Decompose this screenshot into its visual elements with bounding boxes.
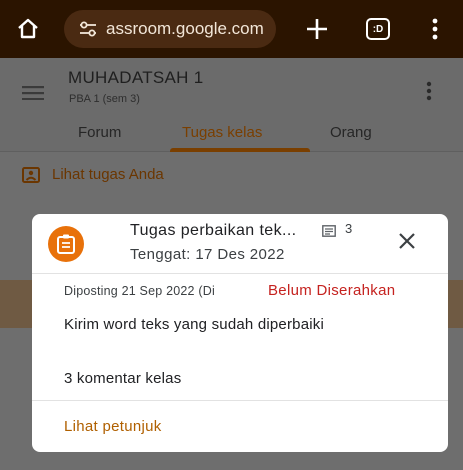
comment-icon	[322, 225, 336, 237]
assignment-list-icon	[22, 166, 40, 183]
tab-tugas-kelas[interactable]: Tugas kelas	[182, 124, 262, 141]
active-tab-indicator	[170, 148, 310, 152]
tab-switcher-icon[interactable]: :D	[366, 18, 390, 40]
address-bar[interactable]: assroom.google.com	[64, 10, 276, 48]
assignment-dialog: Tugas perbaikan tek... 3 Tenggat: 17 Des…	[32, 214, 448, 452]
assignment-title: Tugas perbaikan tek...	[130, 222, 297, 239]
class-comments-link[interactable]: 3 komentar kelas	[64, 370, 181, 387]
status-badge: Belum Diserahkan	[268, 282, 396, 299]
course-title: MUHADATSAH 1	[68, 68, 204, 87]
view-instructions-button[interactable]: Lihat petunjuk	[64, 418, 162, 435]
comment-count: 3	[345, 221, 353, 236]
course-more-icon[interactable]	[426, 80, 432, 102]
browser-toolbar: assroom.google.com :D	[0, 0, 463, 58]
due-date: Tenggat: 17 Des 2022	[130, 246, 285, 263]
posted-date: Diposting 21 Sep 2022 (Di	[64, 284, 215, 298]
assignment-icon	[48, 226, 84, 262]
course-subtitle: PBA 1 (sem 3)	[69, 93, 140, 105]
more-vert-icon[interactable]	[432, 18, 438, 40]
site-settings-icon[interactable]	[78, 20, 98, 38]
tab-orang[interactable]: Orang	[330, 124, 372, 141]
close-icon[interactable]	[396, 230, 418, 252]
url-text: assroom.google.com	[106, 19, 264, 38]
tab-forum[interactable]: Forum	[78, 124, 121, 141]
tab-switcher-label: :D	[372, 23, 384, 35]
hamburger-icon[interactable]	[22, 86, 44, 100]
dialog-divider	[32, 400, 448, 401]
home-icon[interactable]	[16, 17, 40, 41]
view-your-work-link[interactable]: Lihat tugas Anda	[22, 166, 164, 183]
dialog-header: Tugas perbaikan tek... 3 Tenggat: 17 Des…	[32, 214, 448, 274]
course-tabs: Forum Tugas kelas Orang	[0, 120, 463, 152]
new-tab-icon[interactable]	[304, 16, 330, 42]
view-your-work-label: Lihat tugas Anda	[52, 166, 164, 183]
classroom-header: MUHADATSAH 1 PBA 1 (sem 3) Forum Tugas k…	[0, 58, 463, 152]
assignment-instructions: Kirim word teks yang sudah diperbaiki	[64, 316, 325, 333]
